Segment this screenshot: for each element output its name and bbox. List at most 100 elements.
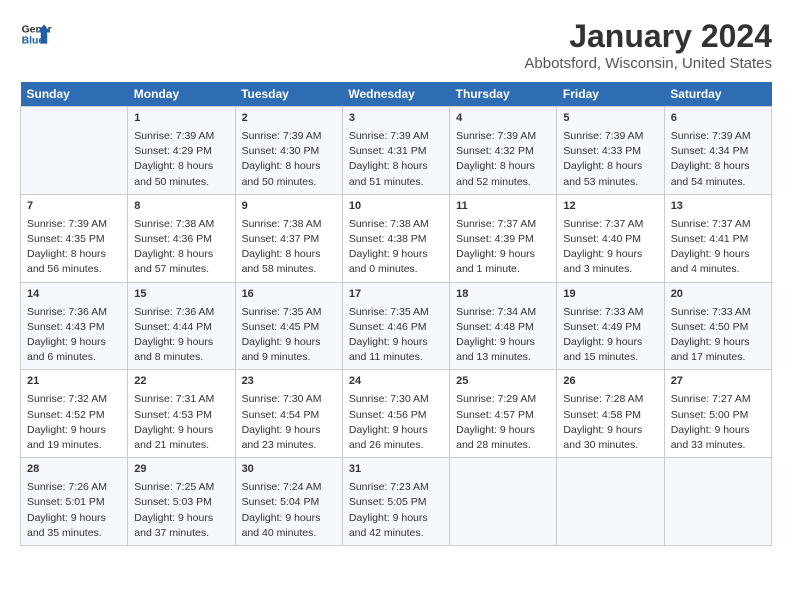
cell-content: Sunrise: 7:30 AM Sunset: 4:56 PM Dayligh… [349, 392, 443, 453]
calendar-cell: 29 Sunrise: 7:25 AM Sunset: 5:03 PM Dayli… [128, 458, 235, 546]
calendar-cell: 3 Sunrise: 7:39 AM Sunset: 4:31 PM Daylig… [342, 107, 449, 195]
column-header-saturday: Saturday [664, 82, 771, 107]
calendar-cell: 23Sunrise: 7:30 AM Sunset: 4:54 PM Dayli… [235, 370, 342, 458]
day-number: 2 [242, 111, 336, 127]
day-number: 4 [456, 111, 550, 127]
cell-content: Sunrise: 7:39 AM Sunset: 4:32 PM Dayligh… [456, 129, 550, 190]
cell-content: Sunrise: 7:38 AM Sunset: 4:36 PM Dayligh… [134, 217, 228, 278]
cell-content: Sunrise: 7:39 AM Sunset: 4:31 PM Dayligh… [349, 129, 443, 190]
cell-content: Sunrise: 7:37 AM Sunset: 4:39 PM Dayligh… [456, 217, 550, 278]
day-number: 8 [134, 199, 228, 215]
day-number: 30 [242, 462, 336, 478]
day-number: 28 [27, 462, 121, 478]
logo-icon: General Blue [20, 18, 52, 50]
header: General Blue January 2024 Abbotsford, Wi… [20, 18, 772, 72]
day-number: 14 [27, 287, 121, 303]
cell-content: Sunrise: 7:37 AM Sunset: 4:41 PM Dayligh… [671, 217, 765, 278]
cell-content: Sunrise: 7:39 AM Sunset: 4:29 PM Dayligh… [134, 129, 228, 190]
day-number: 15 [134, 287, 228, 303]
day-number: 22 [134, 374, 228, 390]
cell-content: Sunrise: 7:37 AM Sunset: 4:40 PM Dayligh… [563, 217, 657, 278]
week-row-2: 7 Sunrise: 7:39 AM Sunset: 4:35 PM Daylig… [21, 194, 772, 282]
cell-content: Sunrise: 7:31 AM Sunset: 4:53 PM Dayligh… [134, 392, 228, 453]
cell-content: Sunrise: 7:25 AM Sunset: 5:03 PM Dayligh… [134, 480, 228, 541]
cell-content: Sunrise: 7:34 AM Sunset: 4:48 PM Dayligh… [456, 305, 550, 366]
calendar-cell: 20Sunrise: 7:33 AM Sunset: 4:50 PM Dayli… [664, 282, 771, 370]
column-header-friday: Friday [557, 82, 664, 107]
cell-content: Sunrise: 7:39 AM Sunset: 4:34 PM Dayligh… [671, 129, 765, 190]
calendar-cell [450, 458, 557, 546]
calendar-cell: 5 Sunrise: 7:39 AM Sunset: 4:33 PM Daylig… [557, 107, 664, 195]
day-number: 17 [349, 287, 443, 303]
calendar-cell: 6 Sunrise: 7:39 AM Sunset: 4:34 PM Daylig… [664, 107, 771, 195]
day-number: 7 [27, 199, 121, 215]
day-number: 9 [242, 199, 336, 215]
cell-content: Sunrise: 7:36 AM Sunset: 4:44 PM Dayligh… [134, 305, 228, 366]
calendar-cell: 11 Sunrise: 7:37 AM Sunset: 4:39 PM Dayli… [450, 194, 557, 282]
calendar-cell [557, 458, 664, 546]
cell-content: Sunrise: 7:29 AM Sunset: 4:57 PM Dayligh… [456, 392, 550, 453]
calendar-table: SundayMondayTuesdayWednesdayThursdayFrid… [20, 82, 772, 546]
cell-content: Sunrise: 7:27 AM Sunset: 5:00 PM Dayligh… [671, 392, 765, 453]
calendar-cell: 24 Sunrise: 7:30 AM Sunset: 4:56 PM Dayli… [342, 370, 449, 458]
day-number: 24 [349, 374, 443, 390]
title-area: January 2024 Abbotsford, Wisconsin, Unit… [524, 18, 772, 72]
day-number: 13 [671, 199, 765, 215]
cell-content: Sunrise: 7:32 AM Sunset: 4:52 PM Dayligh… [27, 392, 121, 453]
day-number: 25 [456, 374, 550, 390]
calendar-cell: 19 Sunrise: 7:33 AM Sunset: 4:49 PM Dayli… [557, 282, 664, 370]
column-header-thursday: Thursday [450, 82, 557, 107]
calendar-cell: 27 Sunrise: 7:27 AM Sunset: 5:00 PM Dayli… [664, 370, 771, 458]
calendar-page: General Blue January 2024 Abbotsford, Wi… [0, 0, 792, 612]
calendar-cell: 28 Sunrise: 7:26 AM Sunset: 5:01 PM Dayli… [21, 458, 128, 546]
column-header-sunday: Sunday [21, 82, 128, 107]
cell-content: Sunrise: 7:39 AM Sunset: 4:33 PM Dayligh… [563, 129, 657, 190]
cell-content: Sunrise: 7:23 AM Sunset: 5:05 PM Dayligh… [349, 480, 443, 541]
cell-content: Sunrise: 7:33 AM Sunset: 4:49 PM Dayligh… [563, 305, 657, 366]
cell-content: Sunrise: 7:26 AM Sunset: 5:01 PM Dayligh… [27, 480, 121, 541]
day-number: 10 [349, 199, 443, 215]
cell-content: Sunrise: 7:28 AM Sunset: 4:58 PM Dayligh… [563, 392, 657, 453]
column-header-monday: Monday [128, 82, 235, 107]
cell-content: Sunrise: 7:30 AM Sunset: 4:54 PM Dayligh… [242, 392, 336, 453]
calendar-cell [664, 458, 771, 546]
day-number: 19 [563, 287, 657, 303]
column-header-tuesday: Tuesday [235, 82, 342, 107]
day-number: 1 [134, 111, 228, 127]
day-number: 5 [563, 111, 657, 127]
cell-content: Sunrise: 7:39 AM Sunset: 4:35 PM Dayligh… [27, 217, 121, 278]
cell-content: Sunrise: 7:38 AM Sunset: 4:38 PM Dayligh… [349, 217, 443, 278]
calendar-cell: 1 Sunrise: 7:39 AM Sunset: 4:29 PM Daylig… [128, 107, 235, 195]
logo: General Blue [20, 18, 52, 50]
calendar-cell: 21Sunrise: 7:32 AM Sunset: 4:52 PM Dayli… [21, 370, 128, 458]
day-number: 29 [134, 462, 228, 478]
calendar-cell: 17Sunrise: 7:35 AM Sunset: 4:46 PM Dayli… [342, 282, 449, 370]
calendar-cell: 30Sunrise: 7:24 AM Sunset: 5:04 PM Dayli… [235, 458, 342, 546]
week-row-5: 28 Sunrise: 7:26 AM Sunset: 5:01 PM Dayli… [21, 458, 772, 546]
calendar-cell: 9Sunrise: 7:38 AM Sunset: 4:37 PM Daylig… [235, 194, 342, 282]
week-row-1: 1 Sunrise: 7:39 AM Sunset: 4:29 PM Daylig… [21, 107, 772, 195]
calendar-cell: 26 Sunrise: 7:28 AM Sunset: 4:58 PM Dayli… [557, 370, 664, 458]
day-number: 27 [671, 374, 765, 390]
calendar-cell: 2 Sunrise: 7:39 AM Sunset: 4:30 PM Daylig… [235, 107, 342, 195]
cell-content: Sunrise: 7:35 AM Sunset: 4:45 PM Dayligh… [242, 305, 336, 366]
day-number: 3 [349, 111, 443, 127]
main-title: January 2024 [524, 18, 772, 55]
calendar-cell: 31 Sunrise: 7:23 AM Sunset: 5:05 PM Dayli… [342, 458, 449, 546]
header-row: SundayMondayTuesdayWednesdayThursdayFrid… [21, 82, 772, 107]
day-number: 11 [456, 199, 550, 215]
calendar-cell: 7 Sunrise: 7:39 AM Sunset: 4:35 PM Daylig… [21, 194, 128, 282]
week-row-4: 21Sunrise: 7:32 AM Sunset: 4:52 PM Dayli… [21, 370, 772, 458]
calendar-cell: 14Sunrise: 7:36 AM Sunset: 4:43 PM Dayli… [21, 282, 128, 370]
calendar-cell [21, 107, 128, 195]
day-number: 6 [671, 111, 765, 127]
calendar-cell: 15 Sunrise: 7:36 AM Sunset: 4:44 PM Dayli… [128, 282, 235, 370]
calendar-cell: 22 Sunrise: 7:31 AM Sunset: 4:53 PM Dayli… [128, 370, 235, 458]
cell-content: Sunrise: 7:39 AM Sunset: 4:30 PM Dayligh… [242, 129, 336, 190]
calendar-cell: 4 Sunrise: 7:39 AM Sunset: 4:32 PM Daylig… [450, 107, 557, 195]
subtitle: Abbotsford, Wisconsin, United States [524, 55, 772, 72]
day-number: 26 [563, 374, 657, 390]
day-number: 31 [349, 462, 443, 478]
day-number: 20 [671, 287, 765, 303]
calendar-cell: 25 Sunrise: 7:29 AM Sunset: 4:57 PM Dayli… [450, 370, 557, 458]
